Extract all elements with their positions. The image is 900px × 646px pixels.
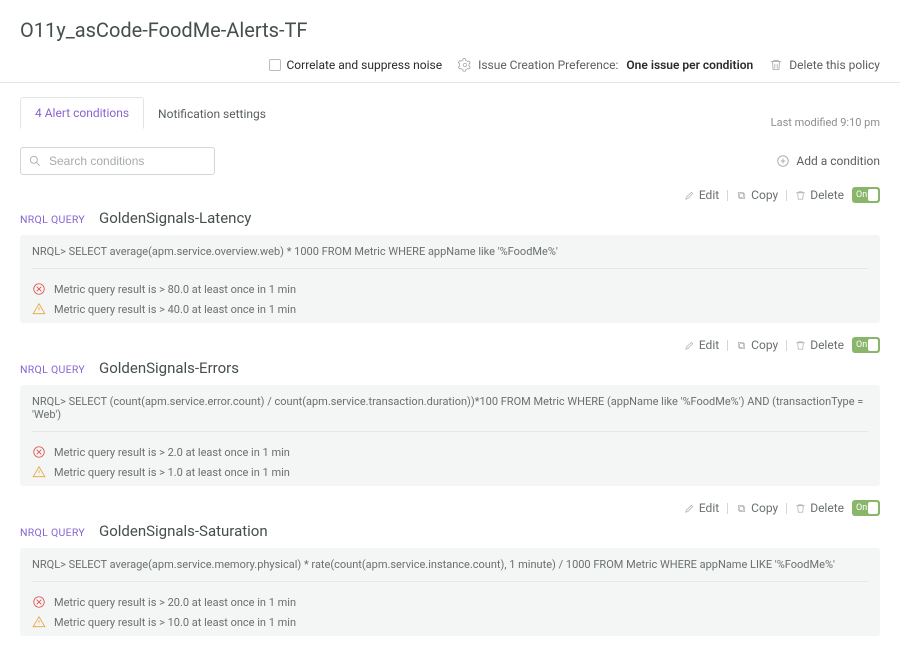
copy-label: Copy	[751, 338, 778, 352]
separator	[786, 503, 787, 514]
warning-icon	[32, 615, 46, 629]
correlate-label: Correlate and suppress noise	[287, 58, 443, 72]
edit-button[interactable]: Edit	[684, 338, 719, 352]
search-box	[20, 147, 215, 175]
separator	[786, 190, 787, 201]
condition-name: GoldenSignals-Errors	[99, 359, 239, 377]
last-modified: Last modified 9:10 pm	[771, 116, 880, 129]
search-icon	[28, 154, 42, 168]
copy-button[interactable]: Copy	[736, 338, 778, 352]
critical-text: Metric query result is > 80.0 at least o…	[54, 283, 296, 296]
condition-actions: Edit Copy Delete On	[20, 187, 880, 203]
toggle-knob	[868, 189, 878, 201]
warning-text: Metric query result is > 10.0 at least o…	[54, 616, 296, 629]
condition-title-row: NRQL QUERY GoldenSignals-Saturation	[20, 522, 880, 540]
critical-threshold: Metric query result is > 80.0 at least o…	[32, 279, 868, 299]
edit-button[interactable]: Edit	[684, 501, 719, 515]
delete-button[interactable]: Delete	[795, 501, 844, 515]
separator	[727, 190, 728, 201]
delete-label: Delete	[810, 338, 844, 352]
condition-actions: Edit Copy Delete On	[20, 500, 880, 516]
plus-circle-icon	[776, 154, 790, 168]
delete-button[interactable]: Delete	[795, 338, 844, 352]
query-text: NRQL> SELECT average(apm.service.memory.…	[32, 558, 868, 582]
issue-preference[interactable]: Issue Creation Preference: One issue per…	[458, 58, 753, 72]
copy-button[interactable]: Copy	[736, 188, 778, 202]
correlate-checkbox[interactable]: Correlate and suppress noise	[269, 58, 443, 72]
page-title: O11y_asCode-FoodMe-Alerts-TF	[0, 0, 900, 52]
delete-button[interactable]: Delete	[795, 188, 844, 202]
critical-icon	[32, 445, 46, 459]
toggle-knob	[868, 502, 878, 514]
edit-label: Edit	[699, 338, 719, 352]
search-row: Add a condition	[0, 129, 900, 183]
toggle-label: On	[856, 190, 867, 200]
delete-label: Delete	[810, 501, 844, 515]
condition-name: GoldenSignals-Saturation	[99, 522, 268, 540]
query-box: NRQL> SELECT (count(apm.service.error.co…	[20, 385, 880, 486]
warning-threshold: Metric query result is > 1.0 at least on…	[32, 462, 868, 482]
query-box: NRQL> SELECT average(apm.service.overvie…	[20, 235, 880, 323]
query-box: NRQL> SELECT average(apm.service.memory.…	[20, 548, 880, 636]
edit-label: Edit	[699, 501, 719, 515]
critical-threshold: Metric query result is > 20.0 at least o…	[32, 592, 868, 612]
enabled-toggle[interactable]: On	[852, 337, 880, 353]
edit-button[interactable]: Edit	[684, 188, 719, 202]
gear-icon	[458, 58, 472, 72]
nrql-label: NRQL QUERY	[20, 213, 85, 226]
separator	[727, 340, 728, 351]
add-condition-label: Add a condition	[796, 154, 880, 168]
warning-threshold: Metric query result is > 40.0 at least o…	[32, 299, 868, 319]
warning-text: Metric query result is > 40.0 at least o…	[54, 303, 296, 316]
condition-block: Edit Copy Delete On NRQL QUERY GoldenSig…	[0, 333, 900, 496]
critical-text: Metric query result is > 2.0 at least on…	[54, 446, 290, 459]
warning-text: Metric query result is > 1.0 at least on…	[54, 466, 290, 479]
tab-alert-conditions[interactable]: 4 Alert conditions	[20, 97, 144, 129]
critical-icon	[32, 282, 46, 296]
critical-threshold: Metric query result is > 2.0 at least on…	[32, 442, 868, 462]
query-text: NRQL> SELECT average(apm.service.overvie…	[32, 245, 868, 269]
condition-title-row: NRQL QUERY GoldenSignals-Latency	[20, 209, 880, 227]
tab-notification-settings[interactable]: Notification settings	[144, 99, 280, 129]
condition-title-row: NRQL QUERY GoldenSignals-Errors	[20, 359, 880, 377]
nrql-label: NRQL QUERY	[20, 526, 85, 539]
condition-name: GoldenSignals-Latency	[99, 209, 251, 227]
condition-block: Edit Copy Delete On NRQL QUERY GoldenSig…	[0, 496, 900, 646]
add-condition-button[interactable]: Add a condition	[776, 154, 880, 168]
pref-value: One issue per condition	[626, 58, 753, 72]
delete-label: Delete	[810, 188, 844, 202]
copy-label: Copy	[751, 501, 778, 515]
nrql-label: NRQL QUERY	[20, 363, 85, 376]
copy-button[interactable]: Copy	[736, 501, 778, 515]
trash-icon	[769, 58, 783, 72]
condition-block: Edit Copy Delete On NRQL QUERY GoldenSig…	[0, 183, 900, 333]
tabs: 4 Alert conditions Notification settings	[20, 97, 280, 129]
copy-label: Copy	[751, 188, 778, 202]
condition-actions: Edit Copy Delete On	[20, 337, 880, 353]
pref-label: Issue Creation Preference:	[478, 58, 618, 72]
warning-icon	[32, 302, 46, 316]
delete-policy[interactable]: Delete this policy	[769, 58, 880, 72]
warning-threshold: Metric query result is > 10.0 at least o…	[32, 612, 868, 632]
toggle-knob	[868, 339, 878, 351]
tab-row: 4 Alert conditions Notification settings…	[0, 83, 900, 129]
enabled-toggle[interactable]: On	[852, 187, 880, 203]
toggle-label: On	[856, 340, 867, 350]
separator	[727, 503, 728, 514]
query-text: NRQL> SELECT (count(apm.service.error.co…	[32, 395, 868, 432]
edit-label: Edit	[699, 188, 719, 202]
checkbox-box	[269, 59, 281, 71]
delete-policy-label: Delete this policy	[789, 58, 880, 72]
separator	[786, 340, 787, 351]
toggle-label: On	[856, 503, 867, 513]
warning-icon	[32, 465, 46, 479]
policy-header-bar: Correlate and suppress noise Issue Creat…	[0, 52, 900, 83]
enabled-toggle[interactable]: On	[852, 500, 880, 516]
search-input[interactable]	[20, 147, 215, 175]
